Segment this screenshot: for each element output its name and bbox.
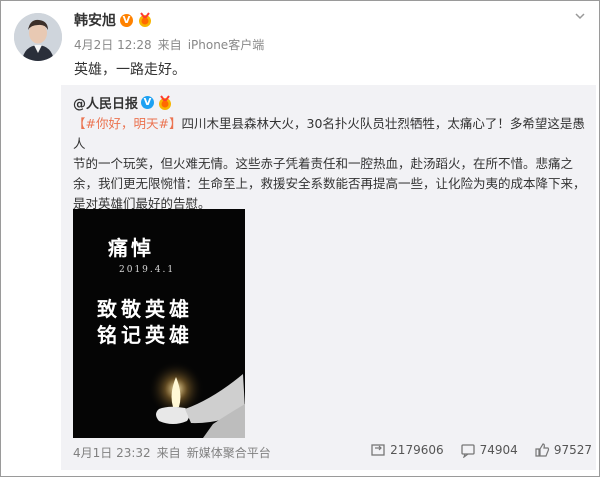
post-meta: 4月2日 12:28 来自 iPhone客户端 <box>74 36 270 53</box>
medal-icon <box>139 12 151 27</box>
post-source-prefix: 来自 <box>157 38 182 52</box>
poster-date: 2019.4.1 <box>119 265 176 275</box>
repost-time[interactable]: 4月1日 23:32 <box>73 446 151 460</box>
like-icon <box>535 443 549 457</box>
medal-icon <box>159 94 172 110</box>
weibo-post-card: 韩安旭 V 4月2日 12:28 来自 iPhone客户端 英雄，一路走好。 @人民… <box>0 0 600 477</box>
poster-title: 痛悼 <box>108 236 154 260</box>
repost-text: 【#你好，明天#】四川木里县森林大火，30名扑火队员壮烈牺牲，太痛心了！多希望这… <box>73 114 588 214</box>
repost-count: 2179606 <box>390 443 444 457</box>
topic-link[interactable]: #你好，明天# <box>86 116 169 131</box>
memorial-poster-image[interactable]: 痛悼 2019.4.1 致敬英雄 铭记英雄 <box>73 209 245 438</box>
verified-icon: V <box>120 13 133 27</box>
repost-button[interactable]: 2179606 <box>370 442 444 458</box>
repost-box: @人民日报 V 【#你好，明天#】四川木里县森林大火，30名扑火队员壮烈牺牲，太… <box>61 85 596 470</box>
author-name[interactable]: 韩安旭 <box>74 10 116 30</box>
verified-icon: V <box>141 96 155 109</box>
repost-source[interactable]: 新媒体聚合平台 <box>187 446 271 460</box>
poster-line-2: 铭记英雄 <box>97 323 193 347</box>
repost-author-name[interactable]: @人民日报 <box>73 93 138 112</box>
chevron-down-icon[interactable] <box>573 9 587 23</box>
repost-text-line-3: 余，我们更无限惋惜：生命至上，救援安全系数能否再提高一些，让化险为夷的成本降下来… <box>73 176 586 191</box>
repost-text-line-1: 【#你好，明天#】四川木里县森林大火，30名扑火队员壮烈牺牲，太痛心了！多希望这… <box>73 116 585 151</box>
author-row: 韩安旭 V <box>74 10 153 30</box>
repost-author-row: @人民日报 V <box>73 93 173 112</box>
comment-button[interactable]: 74904 <box>460 442 518 458</box>
post-source[interactable]: iPhone客户端 <box>188 38 265 52</box>
post-time[interactable]: 4月2日 12:28 <box>74 38 152 52</box>
repost-source-prefix: 来自 <box>156 446 181 460</box>
poster-line-1: 致敬英雄 <box>97 297 193 321</box>
like-button[interactable]: 97527 <box>534 442 592 458</box>
repost-meta: 4月1日 23:32 来自 新媒体聚合平台 <box>73 444 277 461</box>
avatar[interactable] <box>14 13 62 61</box>
like-count: 97527 <box>553 443 592 457</box>
repost-icon <box>371 444 385 456</box>
comment-count: 74904 <box>479 443 518 457</box>
post-text: 英雄，一路走好。 <box>74 62 186 78</box>
comment-icon <box>460 444 475 458</box>
repost-actions: 2179606 74904 97527 <box>370 442 592 458</box>
repost-text-line-2: 节的一个玩笑，但火难无情。这些赤子凭着责任和一腔热血，赴汤蹈火，在所不惜。悲痛之 <box>73 156 574 171</box>
